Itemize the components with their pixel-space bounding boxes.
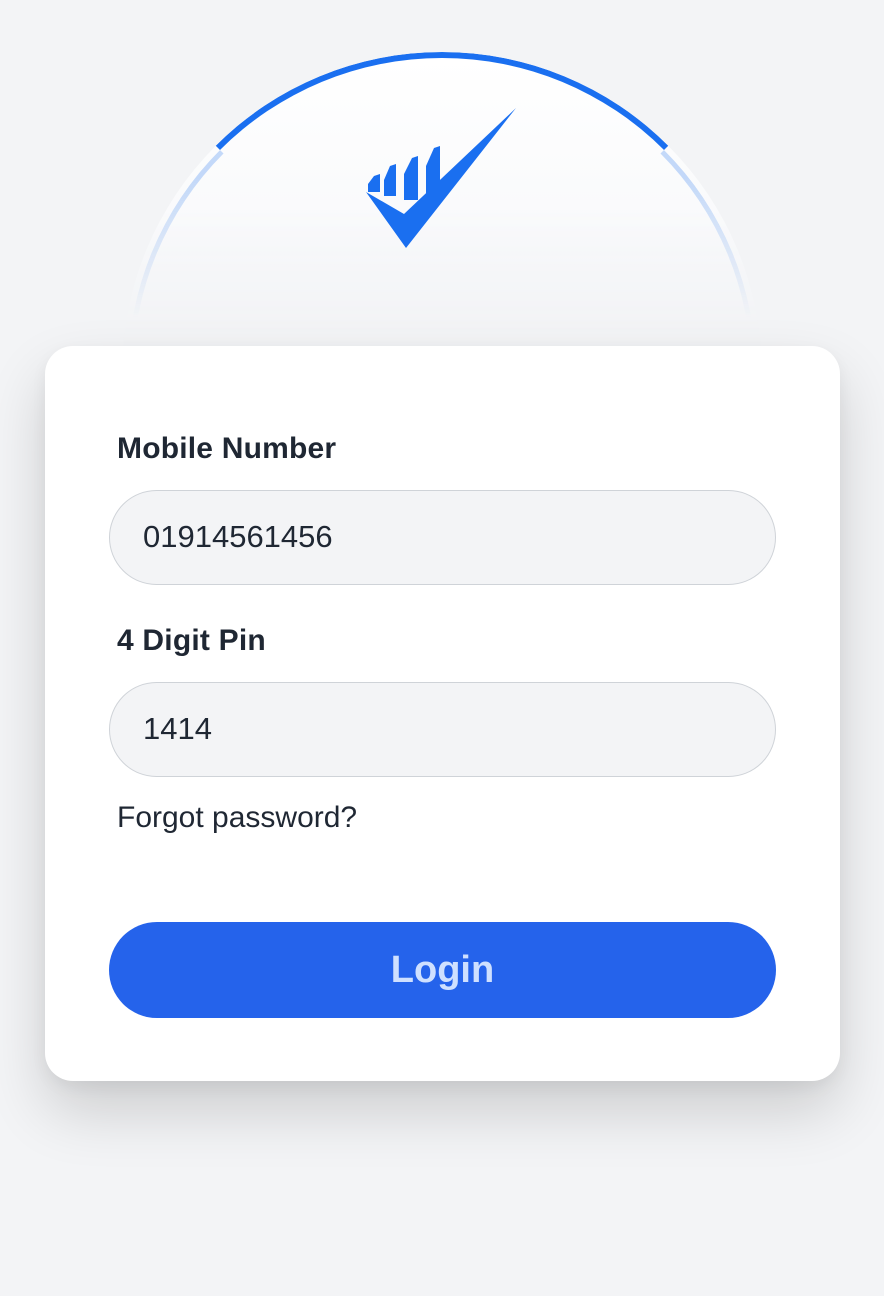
mobile-number-label: Mobile Number <box>117 432 337 465</box>
forgot-password-link[interactable]: Forgot password? <box>117 801 357 835</box>
login-card: Mobile Number 01914561456 4 Digit Pin 14… <box>45 346 840 1081</box>
pin-label: 4 Digit Pin <box>117 624 266 657</box>
login-button[interactable]: Login <box>109 922 776 1018</box>
mobile-number-input[interactable]: 01914561456 <box>109 490 776 585</box>
pin-input[interactable]: 1414 <box>109 682 776 777</box>
checkmark-bars-logo-icon <box>366 108 516 248</box>
